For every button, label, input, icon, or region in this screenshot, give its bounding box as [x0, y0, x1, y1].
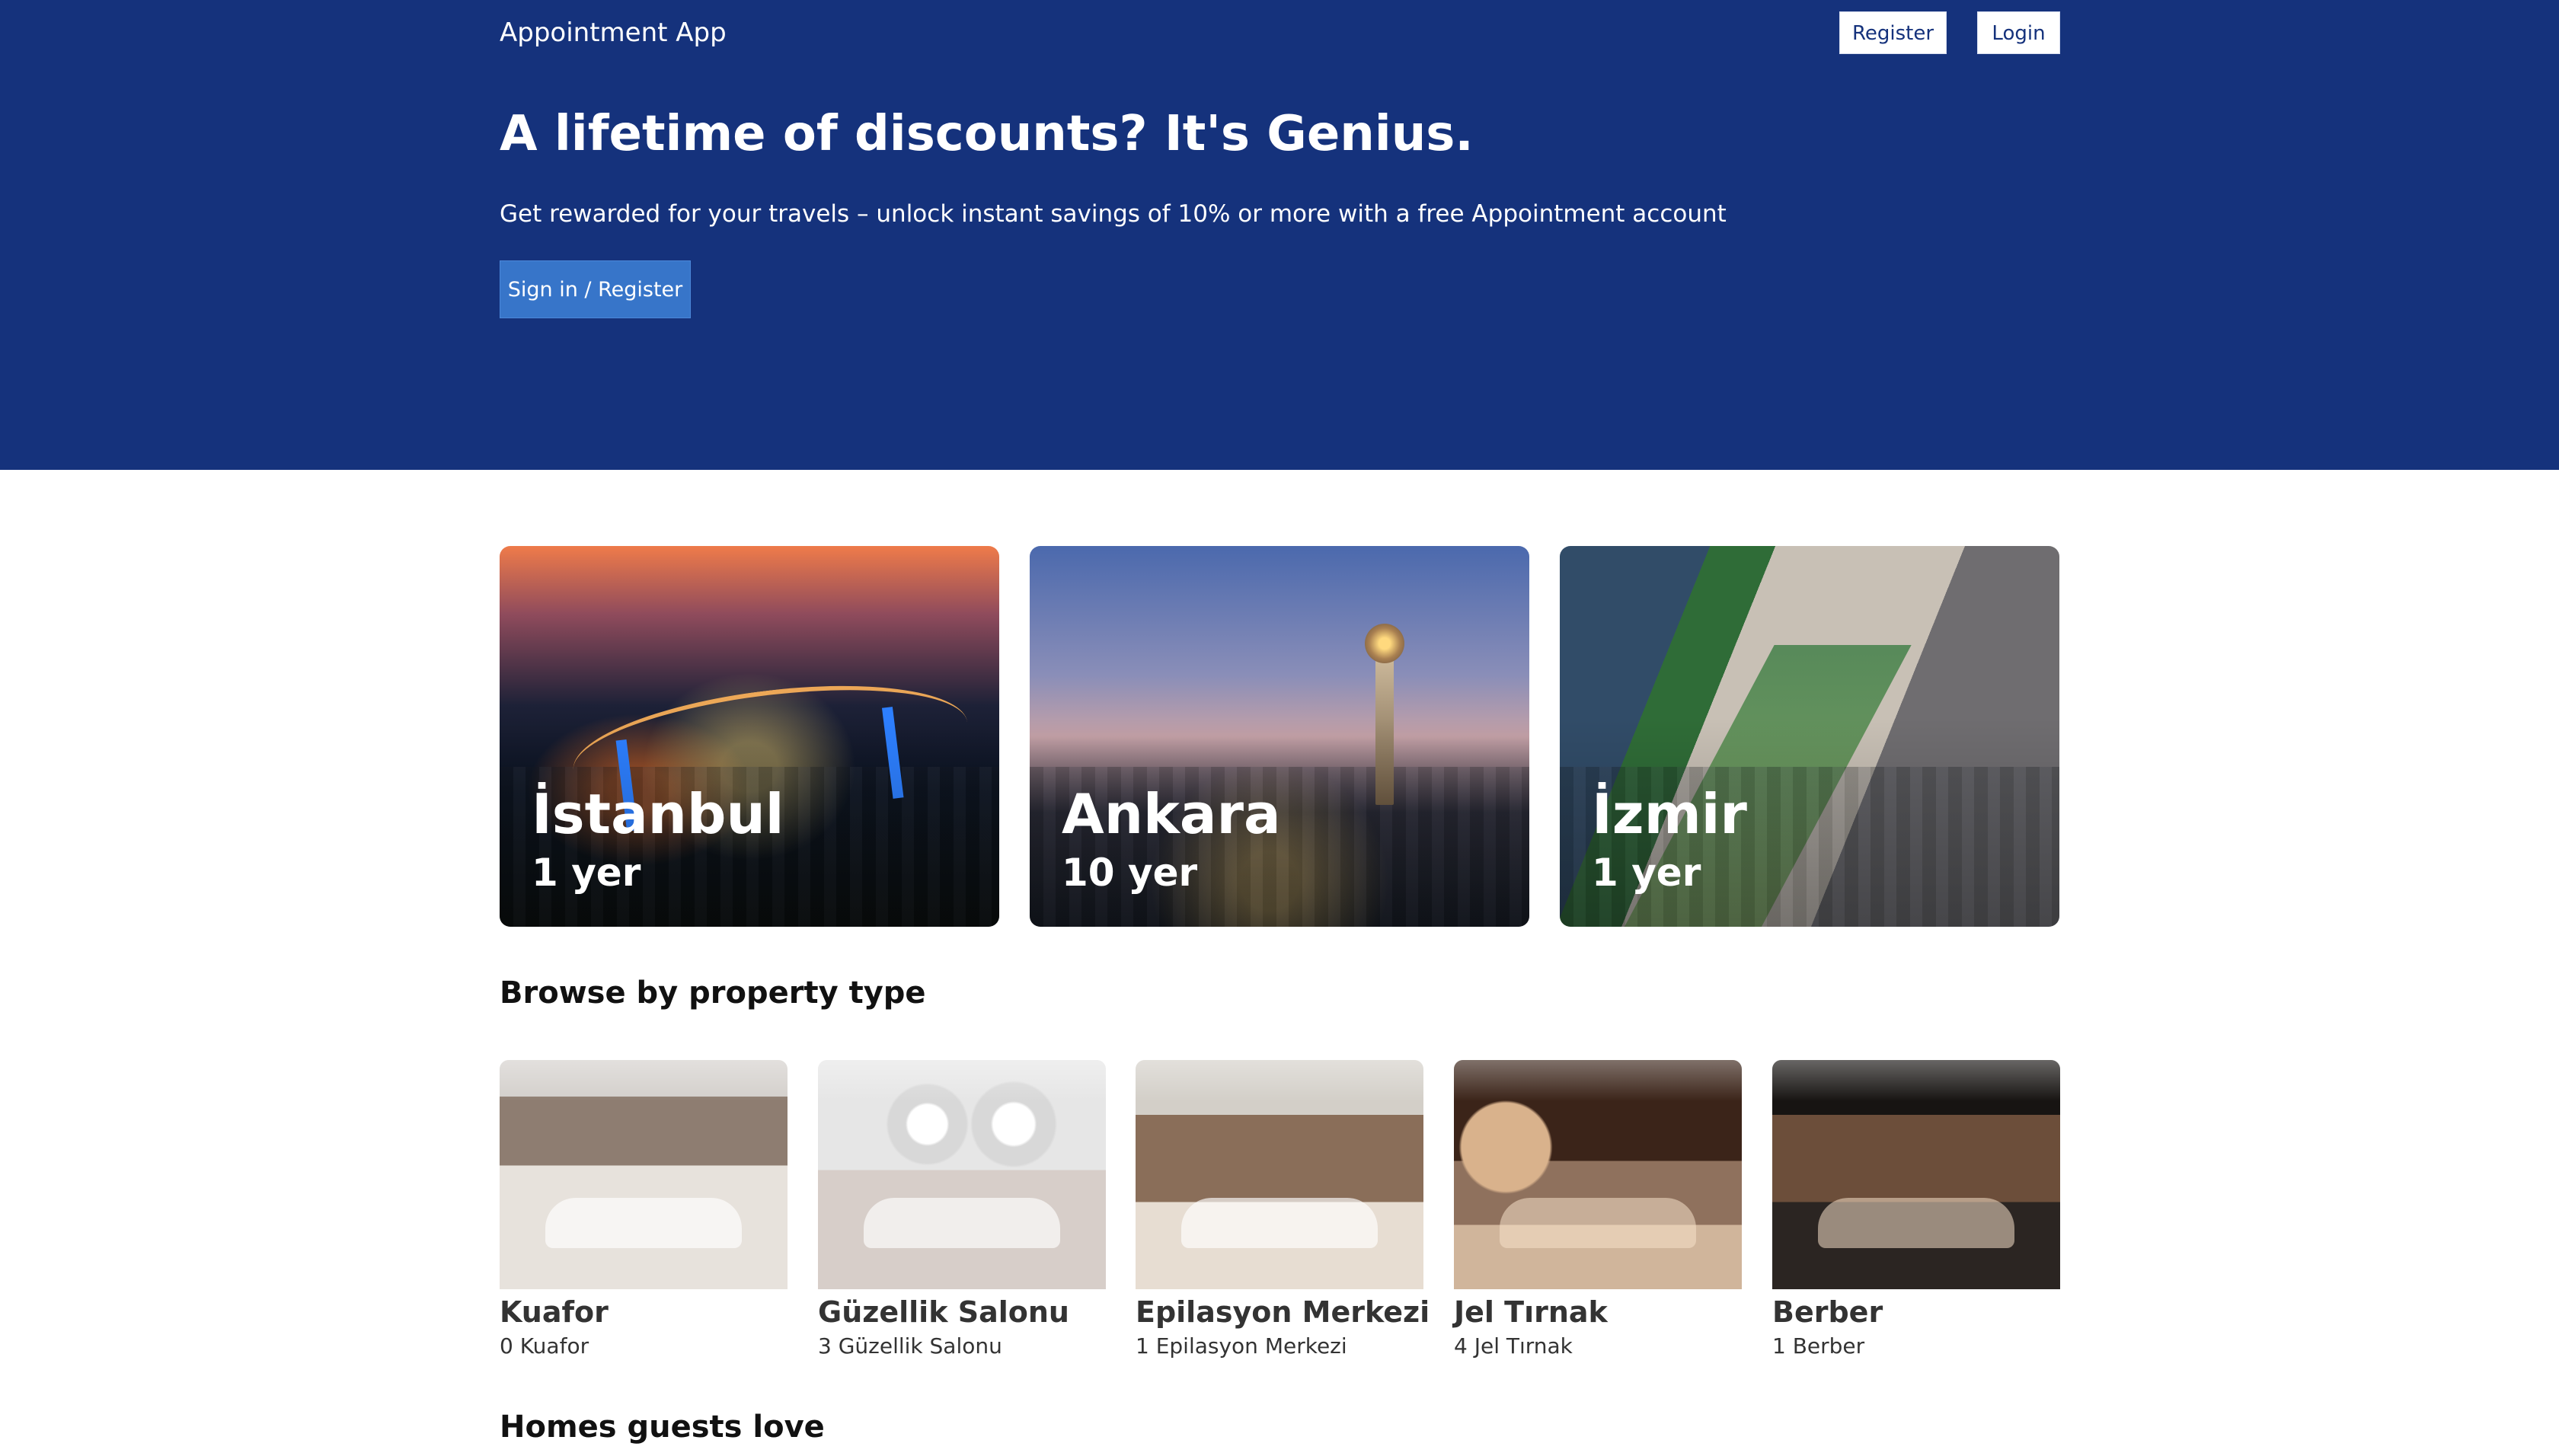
property-type-count: 0 Kuafor	[500, 1333, 589, 1359]
guzellik-salonu-image	[818, 1060, 1106, 1289]
property-type-count: 4 Jel Tırnak	[1454, 1333, 1573, 1359]
property-type-name: Kuafor	[500, 1295, 609, 1329]
property-type-name: Epilasyon Merkezi	[1136, 1295, 1430, 1329]
city-count: 1 yer	[532, 851, 641, 895]
property-type-name: Berber	[1772, 1295, 1883, 1329]
register-button[interactable]: Register	[1839, 11, 1947, 54]
tower-image-detail	[1365, 624, 1404, 805]
app-logo[interactable]: Appointment App	[500, 15, 727, 50]
city-name: Ankara	[1062, 782, 1281, 846]
hero-headline: A lifetime of discounts? It's Genius.	[500, 106, 1474, 162]
homes-guests-love-heading: Homes guests love	[500, 1410, 825, 1445]
property-type-name: Jel Tırnak	[1454, 1295, 1608, 1329]
epilasyon-merkezi-image	[1136, 1060, 1423, 1289]
jel-tirnak-image	[1454, 1060, 1742, 1289]
login-button[interactable]: Login	[1977, 11, 2060, 54]
city-card-ankara[interactable]: Ankara 10 yer	[1030, 546, 1529, 927]
property-type-card-jel-tirnak[interactable]: Jel Tırnak 4 Jel Tırnak	[1454, 1060, 1742, 1365]
hero-subheadline: Get rewarded for your travels – unlock i…	[500, 200, 1727, 228]
browse-by-property-type-heading: Browse by property type	[500, 975, 926, 1011]
kuafor-image	[500, 1060, 788, 1289]
city-name: İstanbul	[532, 782, 784, 846]
property-type-card-epilasyon-merkezi[interactable]: Epilasyon Merkezi 1 Epilasyon Merkezi	[1136, 1060, 1430, 1365]
city-card-izmir[interactable]: İzmir 1 yer	[1560, 546, 2059, 927]
property-type-name: Güzellik Salonu	[818, 1295, 1069, 1329]
sign-in-register-button[interactable]: Sign in / Register	[500, 260, 691, 318]
city-count: 1 yer	[1592, 851, 1701, 895]
berber-image	[1772, 1060, 2060, 1289]
property-type-count: 1 Epilasyon Merkezi	[1136, 1333, 1347, 1359]
city-count: 10 yer	[1062, 851, 1198, 895]
property-type-count: 1 Berber	[1772, 1333, 1865, 1359]
city-card-istanbul[interactable]: İstanbul 1 yer	[500, 546, 999, 927]
property-type-card-kuafor[interactable]: Kuafor 0 Kuafor	[500, 1060, 788, 1365]
city-name: İzmir	[1592, 782, 1747, 846]
property-type-card-guzellik-salonu[interactable]: Güzellik Salonu 3 Güzellik Salonu	[818, 1060, 1106, 1365]
property-type-count: 3 Güzellik Salonu	[818, 1333, 1002, 1359]
hero-banner: Appointment App Register Login A lifetim…	[0, 0, 2559, 470]
property-type-card-berber[interactable]: Berber 1 Berber	[1772, 1060, 2060, 1365]
